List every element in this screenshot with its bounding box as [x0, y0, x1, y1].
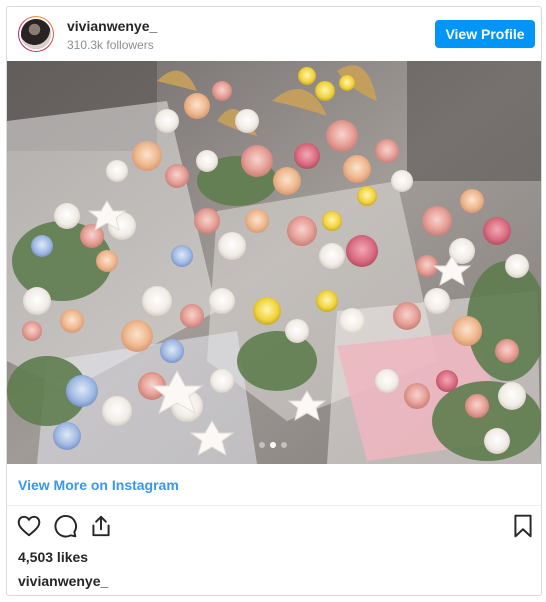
caption-username[interactable]: vivianwenye_: [18, 573, 108, 589]
view-profile-button[interactable]: View Profile: [435, 20, 535, 48]
carousel-dot[interactable]: [281, 442, 287, 448]
flower-bouquets-image: [7, 61, 541, 464]
username-link[interactable]: vivianwenye_: [67, 18, 157, 34]
post-header: vivianwenye_ 310.3k followers View Profi…: [7, 7, 541, 61]
follower-count: 310.3k followers: [67, 38, 154, 52]
comment-icon[interactable]: [52, 513, 78, 539]
bookmark-icon[interactable]: [510, 513, 536, 539]
heart-icon[interactable]: [16, 513, 42, 539]
avatar[interactable]: [18, 16, 54, 52]
view-more-on-instagram-link[interactable]: View More on Instagram: [7, 465, 541, 506]
action-bar: [7, 509, 541, 543]
instagram-embed-card: vivianwenye_ 310.3k followers View Profi…: [6, 6, 542, 596]
carousel-dot[interactable]: [259, 442, 265, 448]
carousel-indicator: [259, 442, 287, 448]
post-photo[interactable]: [7, 61, 541, 464]
likes-count[interactable]: 4,503 likes: [18, 549, 88, 565]
carousel-dot-active[interactable]: [270, 442, 276, 448]
share-icon[interactable]: [88, 513, 114, 539]
avatar-image: [21, 19, 51, 49]
